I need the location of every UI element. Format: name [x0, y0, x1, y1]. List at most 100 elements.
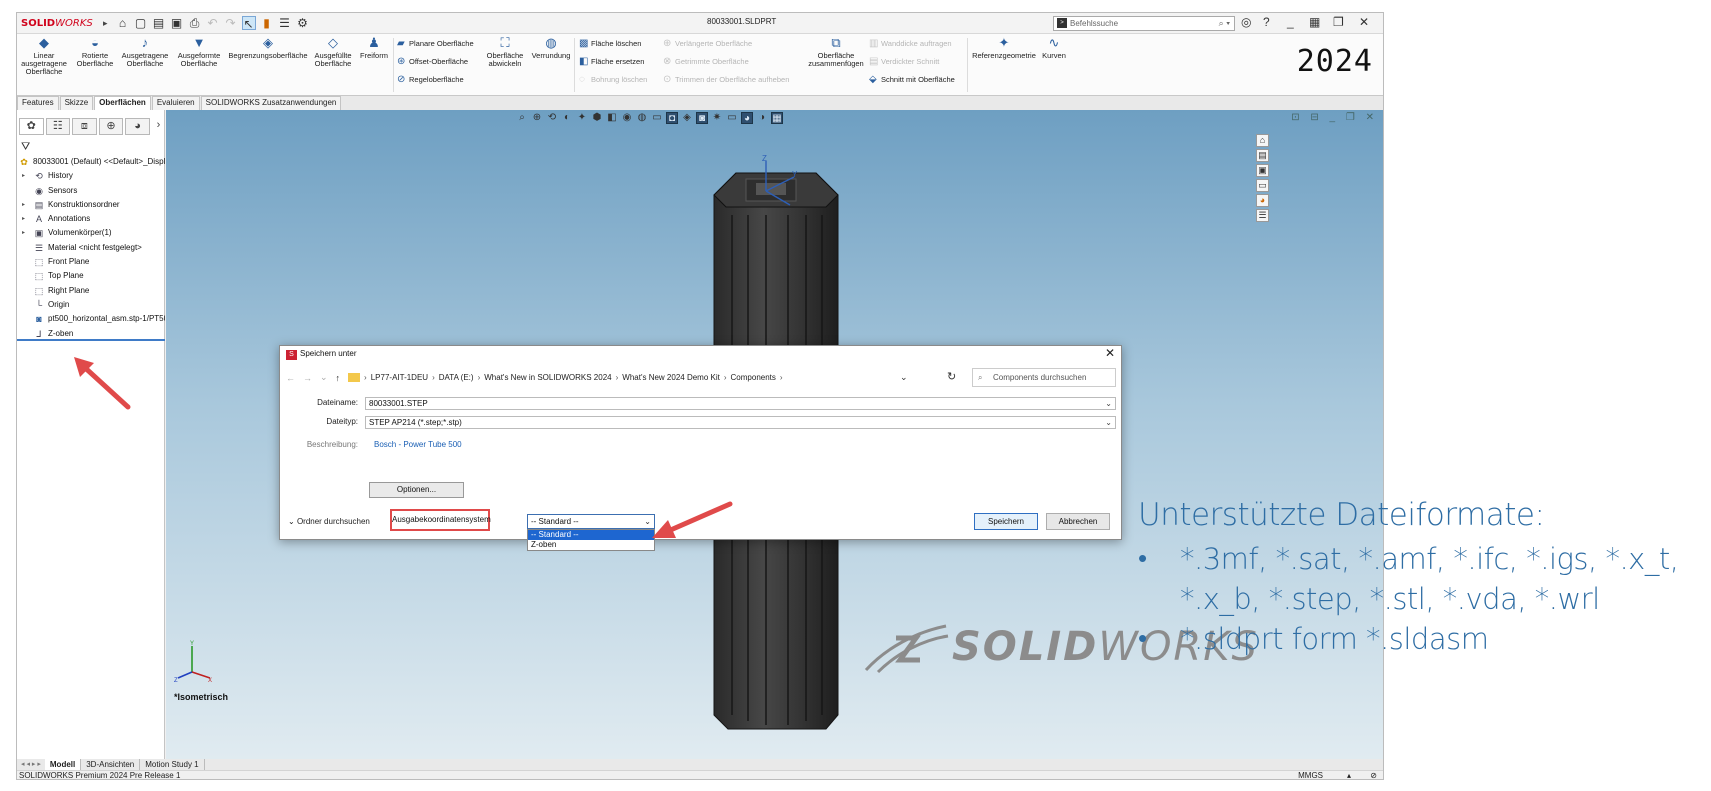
menu-expand-icon[interactable]: ▸	[103, 18, 108, 29]
tree-item-history[interactable]: ▸ ⟲ History	[17, 169, 165, 183]
tree-item-origin[interactable]: └ Origin	[17, 298, 165, 312]
breadcrumb-item[interactable]: Components	[731, 373, 776, 382]
view-settings-icon[interactable]: ◘	[666, 112, 678, 124]
tree-item-annotations[interactable]: ▸ A Annotations	[17, 212, 165, 226]
chevron-down-icon[interactable]: ⌄	[1105, 398, 1112, 409]
boundary-surface-button[interactable]: ◈ Begrenzungsoberfläche	[227, 36, 309, 60]
tree-item-material[interactable]: ☰ Material <nicht festgelegt>	[17, 241, 165, 255]
ruled-surface-button[interactable]: ⊘ Regeloberfläche	[397, 74, 464, 85]
back-arrow-icon[interactable]: ←	[286, 373, 295, 383]
breadcrumb-item[interactable]: What's New 2024 Demo Kit	[622, 373, 720, 382]
filetype-select[interactable]: STEP AP214 (*.step;*.stp) ⌄	[365, 416, 1116, 429]
undo-icon[interactable]: ↶	[206, 16, 220, 30]
help-icon[interactable]: ?	[1263, 15, 1270, 29]
filled-surface-button[interactable]: ◇ Ausgefüllte Oberfläche	[310, 36, 356, 68]
save-button[interactable]: Speichern	[974, 513, 1038, 530]
display-manager-tab-icon[interactable]: ◕	[125, 118, 150, 135]
status-icon[interactable]: ⊘	[1370, 771, 1377, 779]
select-pointer-icon[interactable]: ↖	[241, 16, 256, 31]
redo-icon[interactable]: ↷	[224, 16, 238, 30]
browse-folders-toggle[interactable]: ⌄ Ordner durchsuchen	[288, 517, 370, 526]
tab-sketch[interactable]: Skizze	[59, 96, 94, 110]
reference-geometry-button[interactable]: ✦ Referenzgeometrie	[971, 36, 1037, 60]
realview-icon[interactable]: ◙	[696, 112, 708, 124]
extend-surface-button[interactable]: ⊕ Verlängerte Oberfläche	[663, 38, 752, 49]
filter-icon[interactable]: ⛛	[21, 141, 30, 154]
options-gear-icon[interactable]: ⚙	[296, 16, 310, 30]
expand-arrow-icon[interactable]: ▸	[22, 169, 25, 183]
solidworks-logo[interactable]: SOLIDWORKS	[17, 18, 97, 29]
rebuild-icon[interactable]: ▮	[260, 16, 274, 30]
expand-arrow-icon[interactable]: ▸	[22, 226, 25, 240]
knit-surface-button[interactable]: ⧉ Oberfläche zusammenfügen	[805, 36, 867, 68]
tree-item-front-plane[interactable]: ⬚ Front Plane	[17, 255, 165, 269]
monitor-icon[interactable]: ▭	[726, 112, 738, 124]
offset-surface-button[interactable]: ⊛ Offset-Oberfläche	[397, 56, 468, 67]
section-view-icon[interactable]: ◐	[561, 112, 573, 124]
thickened-cut-button[interactable]: ▤ Verdickter Schnitt	[869, 56, 939, 67]
sweep-surface-button[interactable]: ♪ Ausgetragene Oberfläche	[119, 36, 171, 68]
home-icon[interactable]: ⌂	[116, 16, 130, 30]
tile-icon[interactable]: ▦	[1309, 15, 1320, 29]
viewport-window-controls[interactable]: ⊡ ⊟ _ ❐ ✕	[1291, 112, 1378, 123]
recent-dropdown-icon[interactable]: ⌄	[320, 372, 328, 383]
tree-item-right-plane[interactable]: ⬚ Right Plane	[17, 284, 165, 298]
property-manager-tab-icon[interactable]: ☷	[45, 118, 71, 135]
feature-manager-tab-icon[interactable]: ✿	[19, 118, 44, 135]
user-icon[interactable]: ◎	[1241, 15, 1251, 29]
freeform-button[interactable]: ♟ Freiform	[357, 36, 391, 60]
tab-model[interactable]: Modell	[44, 759, 82, 770]
surface-cut-button[interactable]: ⬙ Schnitt mit Oberfläche	[869, 74, 955, 85]
more-tabs-icon[interactable]: ›	[152, 118, 165, 135]
open-icon[interactable]: ▤	[152, 16, 166, 30]
breadcrumb-item[interactable]: What's New in SOLIDWORKS 2024	[484, 373, 611, 382]
restore-icon[interactable]: ❐	[1333, 15, 1344, 29]
thicken-button[interactable]: ▥ Wanddicke auftragen	[869, 38, 952, 49]
configuration-manager-tab-icon[interactable]: ⧈	[72, 118, 97, 135]
tab-surfaces[interactable]: Oberflächen	[94, 96, 151, 110]
planar-surface-button[interactable]: ▰ Planare Oberfläche	[397, 38, 474, 49]
display-style-icon[interactable]: ◧	[606, 112, 618, 124]
tree-item-top-plane[interactable]: ⬚ Top Plane	[17, 269, 165, 283]
save-icon[interactable]: ▣	[170, 16, 184, 30]
file-properties-icon[interactable]: ☰	[278, 16, 292, 30]
refresh-icon[interactable]: ↻	[947, 370, 956, 383]
replace-face-button[interactable]: ◧ Fläche ersetzen	[579, 56, 644, 67]
cancel-button[interactable]: Abbrechen	[1046, 513, 1110, 530]
zoom-area-icon[interactable]: ⊕	[531, 112, 543, 124]
display-pane-icon[interactable]: ◈	[681, 112, 693, 124]
up-arrow-icon[interactable]: ↑	[336, 373, 341, 383]
perspective-icon[interactable]: ▦	[771, 112, 783, 124]
dynamic-annotation-icon[interactable]: ✦	[576, 112, 588, 124]
print-icon[interactable]: ⎙	[188, 16, 202, 30]
chevron-down-icon[interactable]: ⌄	[1105, 417, 1112, 428]
design-library-tab-icon[interactable]: ▣	[1256, 164, 1269, 177]
expand-arrow-icon[interactable]: ▸	[22, 198, 25, 212]
loft-surface-button[interactable]: ▼ Ausgeformte Oberfläche	[174, 36, 224, 68]
tree-item-solid-bodies[interactable]: ▸ ▣ Volumenkörper(1)	[17, 226, 165, 240]
tree-item-z-oben[interactable]: ⅃ Z-oben	[17, 327, 165, 341]
breadcrumb-item[interactable]: LP77-AIT-1DEU	[371, 373, 428, 382]
edit-appearance-icon[interactable]: ◍	[636, 112, 648, 124]
appearances-tab-icon[interactable]: ◕	[1256, 194, 1269, 207]
coordinate-option-z-oben[interactable]: Z-oben	[528, 540, 654, 550]
tab-addins[interactable]: SOLIDWORKS Zusatzanwendungen	[200, 96, 342, 110]
delete-hole-button[interactable]: ◌ Bohrung löschen	[579, 74, 647, 85]
tree-root[interactable]: ✿ 80033001 (Default) <<Default>_Displa	[17, 155, 165, 169]
ambient-occlusion-icon[interactable]: ◕	[741, 112, 753, 124]
dialog-close-icon[interactable]: ✕	[1105, 346, 1115, 360]
revolve-surface-button[interactable]: ◒ Rotierte Oberfläche	[75, 36, 115, 68]
tab-motion-study[interactable]: Motion Study 1	[140, 759, 205, 770]
flatten-surface-button[interactable]: ⛶ Oberfläche abwickeln	[483, 36, 527, 68]
tab-features[interactable]: Features	[17, 96, 59, 110]
hide-show-items-icon[interactable]: ◉	[621, 112, 633, 124]
zoom-to-fit-icon[interactable]: ⌕	[516, 112, 528, 124]
render-icon[interactable]: ✷	[711, 112, 723, 124]
tab-scroll-arrows[interactable]: ◂ ◂ ▸ ▸	[17, 759, 45, 770]
close-icon[interactable]: ✕	[1359, 15, 1369, 29]
curves-button[interactable]: ∿ Kurven	[1039, 36, 1069, 60]
search-icon[interactable]: ⌕ ▾	[1219, 17, 1230, 30]
tree-item-imported-part[interactable]: ◙ pt500_horizontal_asm.stp-1/PT50(	[17, 312, 165, 326]
fillet-button[interactable]: ◍ Verrundung	[529, 36, 573, 60]
coordinate-system-select[interactable]: -- Standard -- ⌄	[527, 514, 655, 529]
